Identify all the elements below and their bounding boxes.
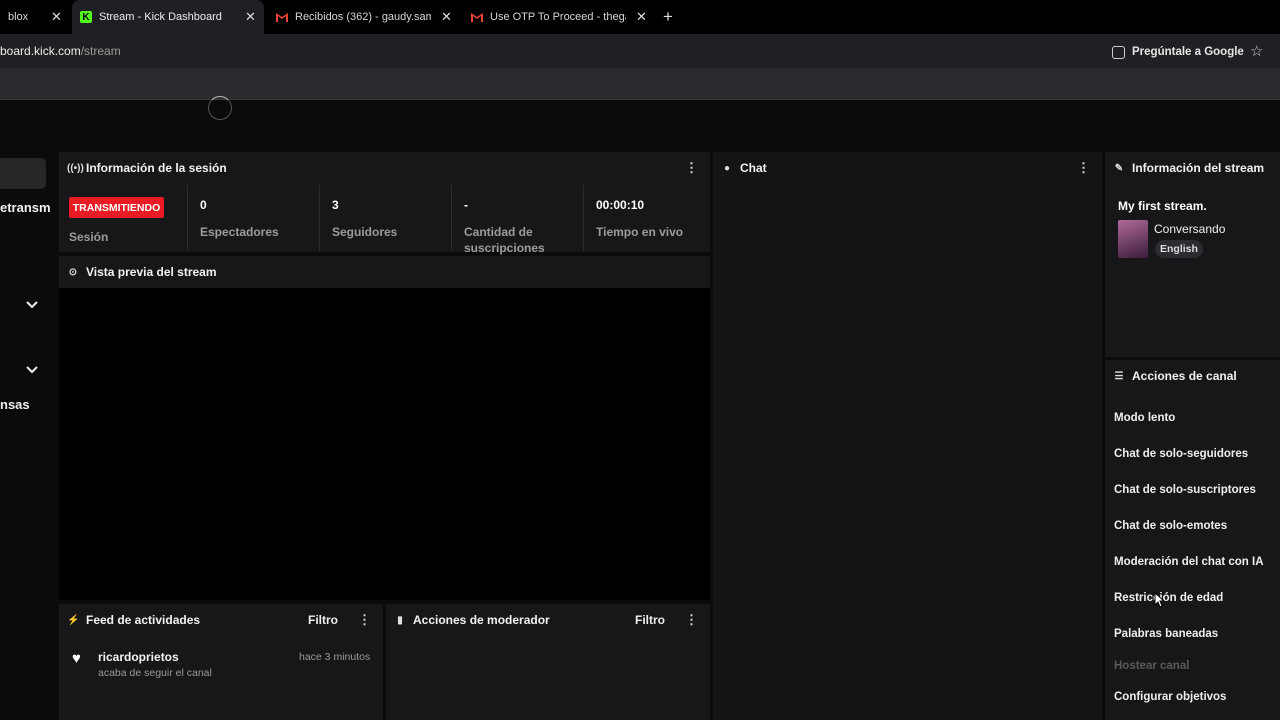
divider [187,185,188,251]
url-path: /stream [80,44,121,58]
panel-title: Vista previa del stream [86,265,217,279]
stream-title: My first stream. [1118,199,1207,213]
url-host: board.kick.com [0,44,81,58]
panel-title: Información de la sesión [86,161,227,175]
panel-title: Información del stream [1132,161,1265,175]
more-options-icon[interactable]: ⋮ [358,613,371,627]
list-icon: ☰ [1114,370,1124,382]
panel-title: Chat [740,161,767,175]
channel-actions-header: ☰ Acciones de canal [1105,360,1280,392]
action-slow-mode[interactable]: Modo lento [1114,412,1175,424]
sidebar-item-active[interactable] [0,158,46,189]
category-thumbnail [1118,220,1148,258]
stream-info-header: ✎ Información del stream [1105,152,1280,184]
bookmark-star-icon[interactable]: ☆ [1250,42,1263,60]
loading-spinner-icon [208,96,232,120]
stat-label: Seguidores [332,225,398,239]
stat-label: Cantidad de suscripciones [464,225,545,255]
sidebar-item-recompensas[interactable]: nsas [0,397,30,412]
more-options-icon[interactable]: ⋮ [685,613,698,627]
action-banned-words[interactable]: Palabras baneadas [1114,628,1218,640]
chevron-down-icon[interactable] [25,363,39,377]
url-field[interactable]: board.kick.com/stream [0,34,121,68]
more-options-icon[interactable]: ⋮ [685,161,698,175]
tab-kick-dashboard[interactable]: K Stream - Kick Dashboard ✕ [72,0,264,34]
chevron-down-icon[interactable] [25,298,39,312]
stream-category: Conversando [1154,222,1226,236]
action-host-channel[interactable]: Hostear canal [1114,660,1189,672]
gmail-icon [471,11,483,23]
tab-label: blox [8,11,29,23]
stat-value: 0 [200,198,207,212]
divider [583,185,584,251]
session-info-header: ((•)) Información de la sesión [59,152,710,184]
more-options-icon[interactable]: ⋮ [1077,161,1090,175]
close-tab-icon[interactable]: ✕ [245,9,256,25]
live-status-badge: TRANSMITIENDO [69,197,164,218]
activity-user[interactable]: ricardoprietos [98,650,179,664]
stat-label: Tiempo en vivo [596,225,684,239]
tab-blox[interactable]: blox ✕ [0,0,68,34]
divider [0,99,1280,100]
tab-label: Recibidos (362) - gaudy.samu@ [295,11,431,23]
ask-google-button[interactable]: Pregúntale a Google [1112,42,1244,62]
action-age-restriction[interactable]: Restricción de edad [1114,592,1223,604]
shield-icon: ▮ [397,614,403,626]
divider [451,185,452,251]
action-configure-goals[interactable]: Configurar objetivos [1114,691,1226,703]
chat-header: ● Chat [713,152,1102,184]
preview-icon: ⊙ [68,266,78,278]
address-bar[interactable]: board.kick.com/stream [0,34,1280,68]
stat-value: 3 [332,198,339,212]
action-emotes-only[interactable]: Chat de solo-emotes [1114,520,1227,532]
tab-gmail-otp[interactable]: Use OTP To Proceed - thegaudy ✕ [463,0,655,34]
action-followers-only[interactable]: Chat de solo-seguidores [1114,448,1248,460]
action-subscribers-only[interactable]: Chat de solo-suscriptores [1114,484,1256,496]
broadcast-icon: ((•)) [67,162,84,174]
panel-title: Acciones de canal [1132,369,1237,383]
lightning-icon: ⚡ [67,614,80,626]
stream-preview-header: ⊙ Vista previa del stream [59,256,710,288]
stat-label: Espectadores [200,225,279,239]
stream-preview-title-row: ⊙ Vista previa del stream [59,256,710,288]
panel-title: Feed de actividades [86,613,201,627]
gmail-icon [276,11,288,23]
session-label: Sesión [69,230,109,244]
filter-button[interactable]: Filtro [635,613,665,627]
chat-bubble-icon: ● [723,162,731,174]
close-tab-icon[interactable]: ✕ [51,9,62,25]
browser-tab-bar: blox ✕ K Stream - Kick Dashboard ✕ Recib… [0,0,1280,34]
activity-time: hace 3 minutos [299,651,371,663]
stat-value: 00:00:10 [596,198,645,212]
divider [319,185,320,251]
toolbar-strip [0,68,1280,99]
sidebar-item-retransmision[interactable]: etransm [0,200,51,215]
filter-button[interactable]: Filtro [308,613,338,627]
moderator-actions-panel: ▮ Acciones de moderador Filtro ⋮ [386,604,710,720]
stream-preview-video[interactable] [59,288,710,600]
close-tab-icon[interactable]: ✕ [636,9,647,25]
pencil-icon: ✎ [1114,162,1124,174]
close-tab-icon[interactable]: ✕ [441,9,452,25]
tab-label: Stream - Kick Dashboard [99,11,222,23]
new-tab-button[interactable]: + [663,7,673,27]
chat-panel: ● Chat ⋮ [713,152,1102,720]
action-ai-moderation[interactable]: Moderación del chat con IA [1114,556,1264,568]
stat-value: - [464,198,468,212]
kick-logo-icon: K [80,11,92,23]
tab-label: Use OTP To Proceed - thegaudy [490,11,626,23]
ask-google-label: Pregúntale a Google [1132,46,1244,58]
heart-icon: ♥ [72,650,81,667]
tab-gmail-inbox[interactable]: Recibidos (362) - gaudy.samu@ ✕ [268,0,460,34]
language-badge: English [1155,240,1203,258]
activity-description: acaba de seguir el canal [98,667,212,679]
panel-title: Acciones de moderador [413,613,550,627]
mouse-cursor-icon [1154,592,1165,608]
google-lens-icon [1112,45,1125,59]
